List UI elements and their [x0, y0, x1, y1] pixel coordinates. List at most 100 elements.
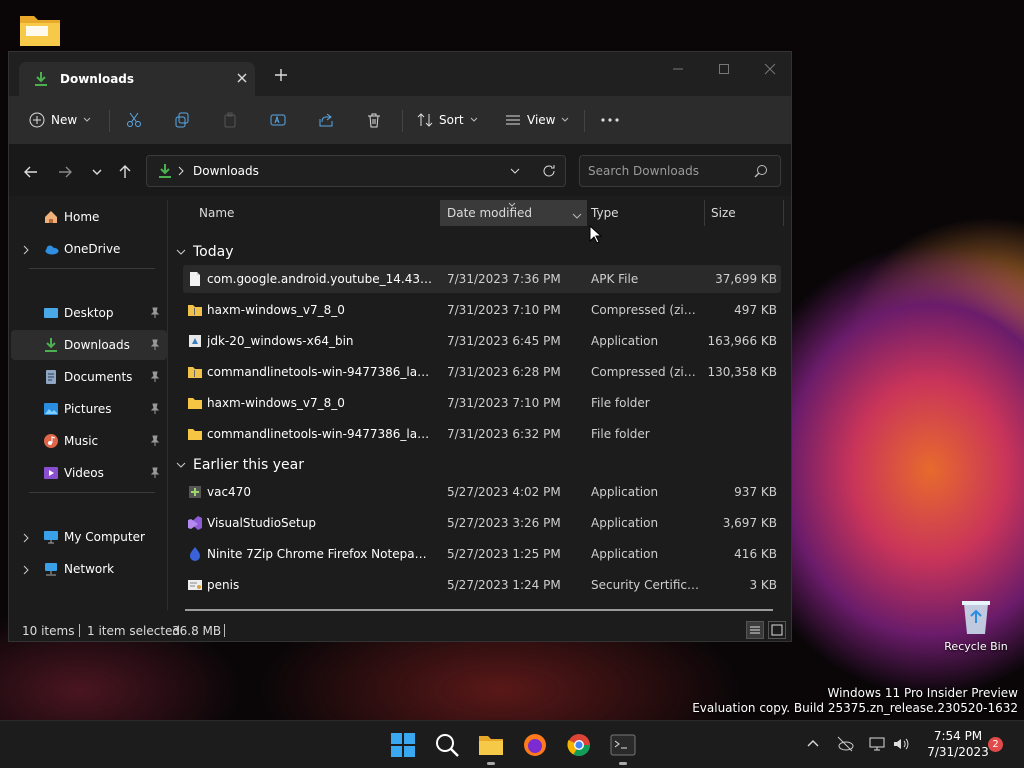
column-divider[interactable] — [704, 200, 705, 226]
file-list: Name Date modified Type Size Today com.g… — [169, 196, 789, 616]
table-row[interactable]: Ninite 7Zip Chrome Firefox Notepad Inst.… — [183, 540, 781, 568]
file-date: 5/27/2023 4:02 PM — [447, 485, 561, 499]
column-divider[interactable] — [783, 200, 784, 226]
column-header-type[interactable]: Type — [591, 200, 701, 226]
cloud-icon — [43, 241, 59, 257]
copy-button[interactable] — [174, 108, 190, 132]
watermark-line2: Evaluation copy. Build 25375.zn_release.… — [692, 701, 1018, 715]
sort-button[interactable]: Sort — [417, 108, 478, 132]
share-button[interactable] — [318, 108, 334, 132]
sidebar-item-downloads[interactable]: Downloads — [11, 330, 167, 360]
chevron-down-icon[interactable] — [509, 165, 521, 180]
download-icon — [157, 163, 173, 182]
back-arrow-icon[interactable] — [21, 162, 41, 182]
refresh-icon[interactable] — [541, 163, 557, 182]
sidebar-item-music[interactable]: Music — [11, 426, 167, 456]
taskbar: 7:54 PM 7/31/2023 2 — [0, 720, 1024, 768]
paste-button[interactable] — [222, 108, 238, 132]
new-button[interactable]: New — [29, 108, 91, 132]
table-row[interactable]: jdk-20_windows-x64_bin 7/31/2023 6:45 PM… — [183, 327, 781, 355]
table-row[interactable]: vac470 5/27/2023 4:02 PM Application 937… — [183, 478, 781, 506]
group-header-earlier[interactable]: Earlier this year — [175, 454, 304, 476]
table-row[interactable]: commandlinetools-win-9477386_latest 7/31… — [183, 358, 781, 386]
sidebar-item-my-computer[interactable]: My Computer — [11, 522, 167, 552]
sidebar-item-desktop[interactable]: Desktop — [11, 298, 167, 328]
details-view-icon[interactable] — [746, 621, 764, 639]
column-header-size[interactable]: Size — [711, 200, 781, 226]
chevron-up-icon[interactable] — [804, 735, 822, 753]
tab-title: Downloads — [60, 72, 135, 86]
sidebar-item-network[interactable]: Network — [11, 554, 167, 584]
chevron-right-icon[interactable] — [21, 532, 31, 543]
file-type: Security Certificate — [591, 578, 699, 592]
sidebar-item-videos[interactable]: Videos — [11, 458, 167, 488]
search-input[interactable]: Search Downloads — [579, 155, 781, 187]
search-icon[interactable] — [434, 732, 460, 758]
file-date: 5/27/2023 3:26 PM — [447, 516, 561, 530]
desktop-folder-icon[interactable] — [18, 12, 62, 48]
view-button[interactable]: View — [505, 108, 569, 132]
tab-downloads[interactable]: Downloads — [19, 62, 255, 96]
table-row[interactable]: VisualStudioSetup 5/27/2023 3:26 PM Appl… — [183, 509, 781, 537]
sidebar-item-pictures[interactable]: Pictures — [11, 394, 167, 424]
ninite-icon — [187, 546, 203, 562]
column-header-date[interactable]: Date modified — [440, 200, 586, 226]
up-arrow-icon[interactable] — [115, 162, 135, 182]
column-header-name[interactable]: Name — [199, 200, 439, 226]
notification-badge[interactable]: 2 — [988, 737, 1003, 752]
file-date: 7/31/2023 6:32 PM — [447, 427, 561, 441]
new-tab-icon[interactable] — [272, 66, 290, 84]
group-header-today[interactable]: Today — [175, 241, 234, 263]
firefox-icon[interactable] — [522, 732, 548, 758]
start-icon[interactable] — [390, 732, 416, 758]
chevron-down-icon — [562, 117, 569, 122]
column-divider[interactable] — [586, 200, 587, 226]
table-row[interactable]: haxm-windows_v7_8_0 7/31/2023 7:10 PM Fi… — [183, 389, 781, 417]
tiles-view-icon[interactable] — [768, 621, 786, 639]
sidebar-divider — [29, 492, 155, 493]
horizontal-scrollbar[interactable] — [185, 609, 773, 611]
table-row[interactable]: commandlinetools-win-9477386_latest 7/31… — [183, 420, 781, 448]
recycle-bin[interactable]: Recycle Bin — [944, 598, 1008, 653]
table-row[interactable]: penis 5/27/2023 1:24 PM Security Certifi… — [183, 571, 781, 599]
forward-arrow-icon[interactable] — [55, 162, 75, 182]
chevron-right-icon[interactable] — [177, 165, 185, 180]
sidebar-item-onedrive[interactable]: OneDrive — [11, 234, 167, 264]
delete-button[interactable] — [366, 108, 382, 132]
certificate-icon — [187, 577, 203, 593]
onedrive-tray-icon[interactable] — [836, 735, 854, 753]
chevron-right-icon[interactable] — [21, 564, 31, 575]
minimize-button[interactable] — [655, 56, 701, 82]
network-tray-icon[interactable] — [868, 735, 886, 753]
app-icon — [187, 484, 203, 500]
maximize-icon — [719, 64, 729, 74]
recent-locations-chevron-icon[interactable] — [87, 162, 107, 182]
clock[interactable]: 7:54 PM 7/31/2023 — [918, 728, 998, 760]
sidebar-item-home[interactable]: Home — [11, 202, 167, 232]
more-options-button[interactable] — [601, 108, 619, 132]
close-tab-icon[interactable] — [232, 68, 252, 88]
close-button[interactable] — [747, 56, 793, 82]
pane-splitter[interactable] — [167, 200, 168, 610]
file-name: jdk-20_windows-x64_bin — [207, 334, 354, 348]
search-icon[interactable] — [754, 164, 768, 181]
trash-icon — [368, 113, 380, 128]
chevron-down-icon[interactable] — [572, 209, 582, 223]
sidebar-item-documents[interactable]: Documents — [11, 362, 167, 392]
terminal-icon[interactable] — [610, 732, 636, 758]
file-explorer-icon[interactable] — [478, 732, 504, 758]
cut-button[interactable] — [126, 108, 142, 132]
column-label: Type — [591, 206, 619, 220]
rename-button[interactable] — [270, 108, 286, 132]
breadcrumb-downloads[interactable]: Downloads — [193, 164, 259, 178]
navigation-pane: Home OneDrive Desktop Downloads Document… — [9, 196, 167, 616]
chrome-icon[interactable] — [566, 732, 592, 758]
volume-icon[interactable] — [892, 735, 910, 753]
address-bar[interactable]: Downloads — [146, 155, 566, 187]
pin-icon — [149, 467, 161, 479]
maximize-button[interactable] — [701, 56, 747, 82]
chevron-right-icon[interactable] — [21, 244, 31, 255]
table-row[interactable]: com.google.android.youtube_14.43.55-1...… — [183, 265, 781, 293]
table-row[interactable]: haxm-windows_v7_8_0 7/31/2023 7:10 PM Co… — [183, 296, 781, 324]
sidebar-item-label: Home — [64, 210, 100, 224]
